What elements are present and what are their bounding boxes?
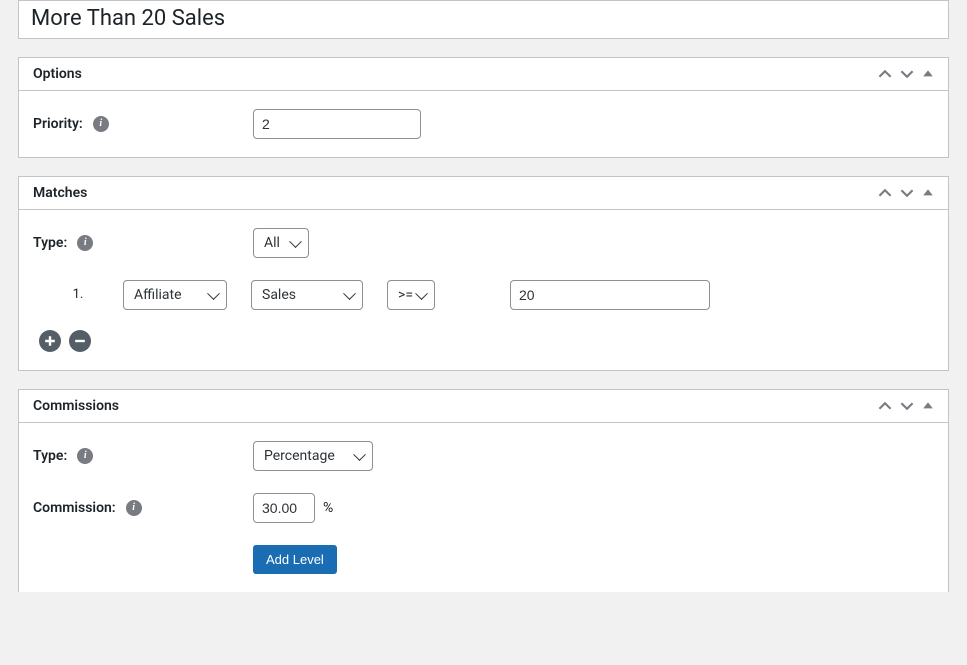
priority-label: Priority: i xyxy=(33,116,253,132)
commission-suffix: % xyxy=(323,500,333,516)
commission-type-label-text: Type: xyxy=(33,448,67,464)
condition-subject-value: Affiliate xyxy=(134,287,182,303)
match-type-label-text: Type: xyxy=(33,235,67,251)
move-down-icon[interactable] xyxy=(900,399,914,413)
condition-subject-select[interactable]: Affiliate xyxy=(123,280,227,310)
options-heading: Options xyxy=(33,66,82,82)
remove-condition-button[interactable] xyxy=(69,330,91,352)
commission-value-input[interactable] xyxy=(253,493,315,523)
move-up-icon[interactable] xyxy=(878,399,892,413)
move-down-icon[interactable] xyxy=(900,67,914,81)
commissions-heading: Commissions xyxy=(33,398,119,414)
commission-label: Commission: i xyxy=(33,500,253,516)
match-type-label: Type: i xyxy=(33,235,253,251)
add-level-button[interactable]: Add Level xyxy=(253,545,337,574)
move-down-icon[interactable] xyxy=(900,186,914,200)
priority-label-text: Priority: xyxy=(33,116,83,132)
info-icon[interactable]: i xyxy=(77,448,93,464)
rule-title-input[interactable]: More Than 20 Sales xyxy=(18,0,949,39)
condition-metric-value: Sales xyxy=(262,287,296,303)
condition-index: 1. xyxy=(33,287,123,302)
info-icon[interactable]: i xyxy=(126,500,142,516)
add-condition-button[interactable] xyxy=(39,330,61,352)
matches-heading: Matches xyxy=(33,185,87,201)
commission-type-select[interactable]: Percentage xyxy=(253,441,373,471)
info-icon[interactable]: i xyxy=(77,235,93,251)
priority-input[interactable] xyxy=(253,109,421,139)
options-panel-body: Priority: i xyxy=(19,91,948,157)
options-panel: Options Priority: i xyxy=(18,57,949,158)
commission-type-value: Percentage xyxy=(264,448,335,464)
move-up-icon[interactable] xyxy=(878,67,892,81)
commissions-header-controls xyxy=(878,399,934,413)
condition-actions xyxy=(39,330,934,352)
info-icon[interactable]: i xyxy=(93,116,109,132)
condition-value-input[interactable] xyxy=(510,280,710,310)
options-header-controls xyxy=(878,67,934,81)
match-type-value: All xyxy=(264,235,280,251)
commissions-panel: Commissions Type: i Percentage Commissio… xyxy=(18,389,949,592)
commission-label-text: Commission: xyxy=(33,500,116,516)
collapse-icon[interactable] xyxy=(922,400,934,412)
condition-metric-select[interactable]: Sales xyxy=(251,280,363,310)
matches-panel-header: Matches xyxy=(19,177,948,210)
commissions-panel-body: Type: i Percentage Commission: i % Add L… xyxy=(19,423,948,592)
condition-operator-select[interactable]: >= xyxy=(387,280,435,310)
collapse-icon[interactable] xyxy=(922,187,934,199)
move-up-icon[interactable] xyxy=(878,186,892,200)
matches-panel-body: Type: i All 1. Affiliate Sales >= xyxy=(19,210,948,370)
condition-operator-value: >= xyxy=(398,287,413,303)
commission-type-label: Type: i xyxy=(33,448,253,464)
matches-panel: Matches Type: i All 1. Affiliate Sales xyxy=(18,176,949,371)
options-panel-header: Options xyxy=(19,58,948,91)
match-type-select[interactable]: All xyxy=(253,228,309,258)
collapse-icon[interactable] xyxy=(922,68,934,80)
condition-row: 1. Affiliate Sales >= xyxy=(33,280,934,310)
commissions-panel-header: Commissions xyxy=(19,390,948,423)
matches-header-controls xyxy=(878,186,934,200)
